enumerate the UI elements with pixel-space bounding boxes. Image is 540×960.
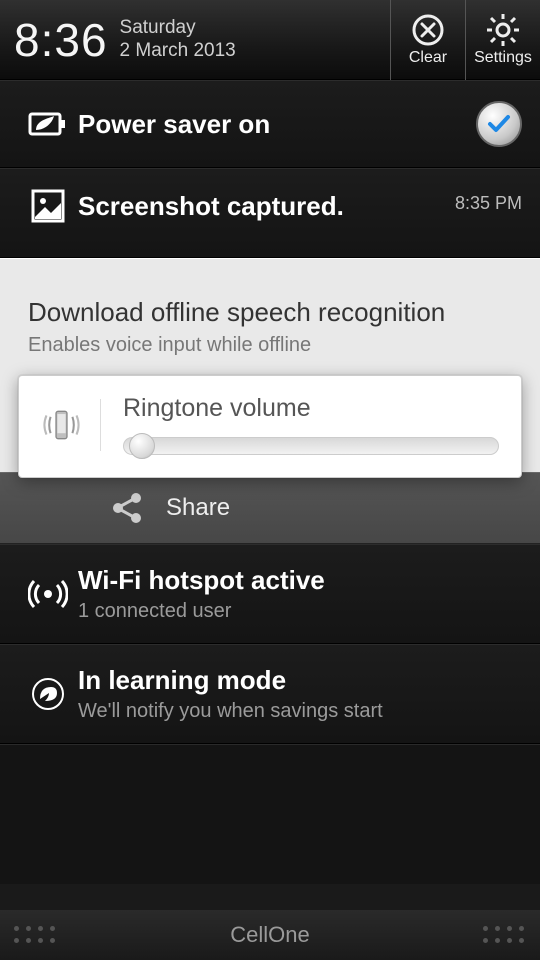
grip-dots-icon bbox=[483, 926, 526, 945]
notification-subtitle: 1 connected user bbox=[78, 600, 522, 623]
vibrate-icon bbox=[41, 399, 101, 451]
date-label: 2 March 2013 bbox=[120, 40, 390, 63]
clear-button[interactable]: Clear bbox=[390, 0, 465, 80]
snapdragon-icon bbox=[18, 677, 78, 711]
power-saver-toggle[interactable] bbox=[476, 101, 522, 147]
notification-title: Wi-Fi hotspot active bbox=[78, 565, 522, 596]
settings-button[interactable]: Settings bbox=[465, 0, 540, 80]
day-label: Saturday bbox=[120, 17, 390, 40]
notification-subtitle: We'll notify you when savings start bbox=[78, 700, 522, 723]
hotspot-icon bbox=[18, 578, 78, 610]
clear-label: Clear bbox=[409, 49, 447, 67]
notification-screenshot[interactable]: Screenshot captured. 8:35 PM bbox=[0, 168, 540, 258]
gear-icon bbox=[486, 13, 520, 47]
notification-subtitle: Enables voice input while offline bbox=[0, 334, 540, 371]
leaf-battery-icon bbox=[18, 108, 78, 140]
volume-popup: Ringtone volume bbox=[18, 375, 522, 478]
share-icon bbox=[110, 491, 144, 525]
clock: 8:36 bbox=[0, 13, 120, 67]
notification-power-saver[interactable]: Power saver on bbox=[0, 80, 540, 168]
grip-dots-icon bbox=[14, 926, 57, 945]
slider-thumb[interactable] bbox=[129, 433, 155, 459]
volume-title: Ringtone volume bbox=[123, 394, 499, 423]
image-icon bbox=[18, 189, 78, 223]
date-block: Saturday 2 March 2013 bbox=[120, 17, 390, 63]
panel-handle[interactable]: CellOne bbox=[0, 910, 540, 960]
settings-label: Settings bbox=[474, 49, 532, 67]
volume-slider[interactable] bbox=[123, 437, 499, 455]
notification-speech[interactable]: Download offline speech recognition Enab… bbox=[0, 258, 540, 478]
notification-learning[interactable]: In learning mode We'll notify you when s… bbox=[0, 644, 540, 744]
share-label: Share bbox=[166, 494, 230, 522]
notification-time: 8:35 PM bbox=[455, 193, 522, 214]
share-button[interactable]: Share bbox=[0, 472, 540, 544]
notification-header: 8:36 Saturday 2 March 2013 Clear Setting… bbox=[0, 0, 540, 80]
notification-title: Download offline speech recognition bbox=[0, 279, 540, 334]
notification-title: Screenshot captured. bbox=[78, 191, 455, 222]
notification-hotspot[interactable]: Wi-Fi hotspot active 1 connected user bbox=[0, 544, 540, 644]
notification-title: Power saver on bbox=[78, 109, 476, 140]
carrier-label: CellOne bbox=[230, 922, 309, 948]
empty-area bbox=[0, 744, 540, 884]
close-circle-icon bbox=[411, 13, 445, 47]
notification-title: In learning mode bbox=[78, 665, 522, 696]
